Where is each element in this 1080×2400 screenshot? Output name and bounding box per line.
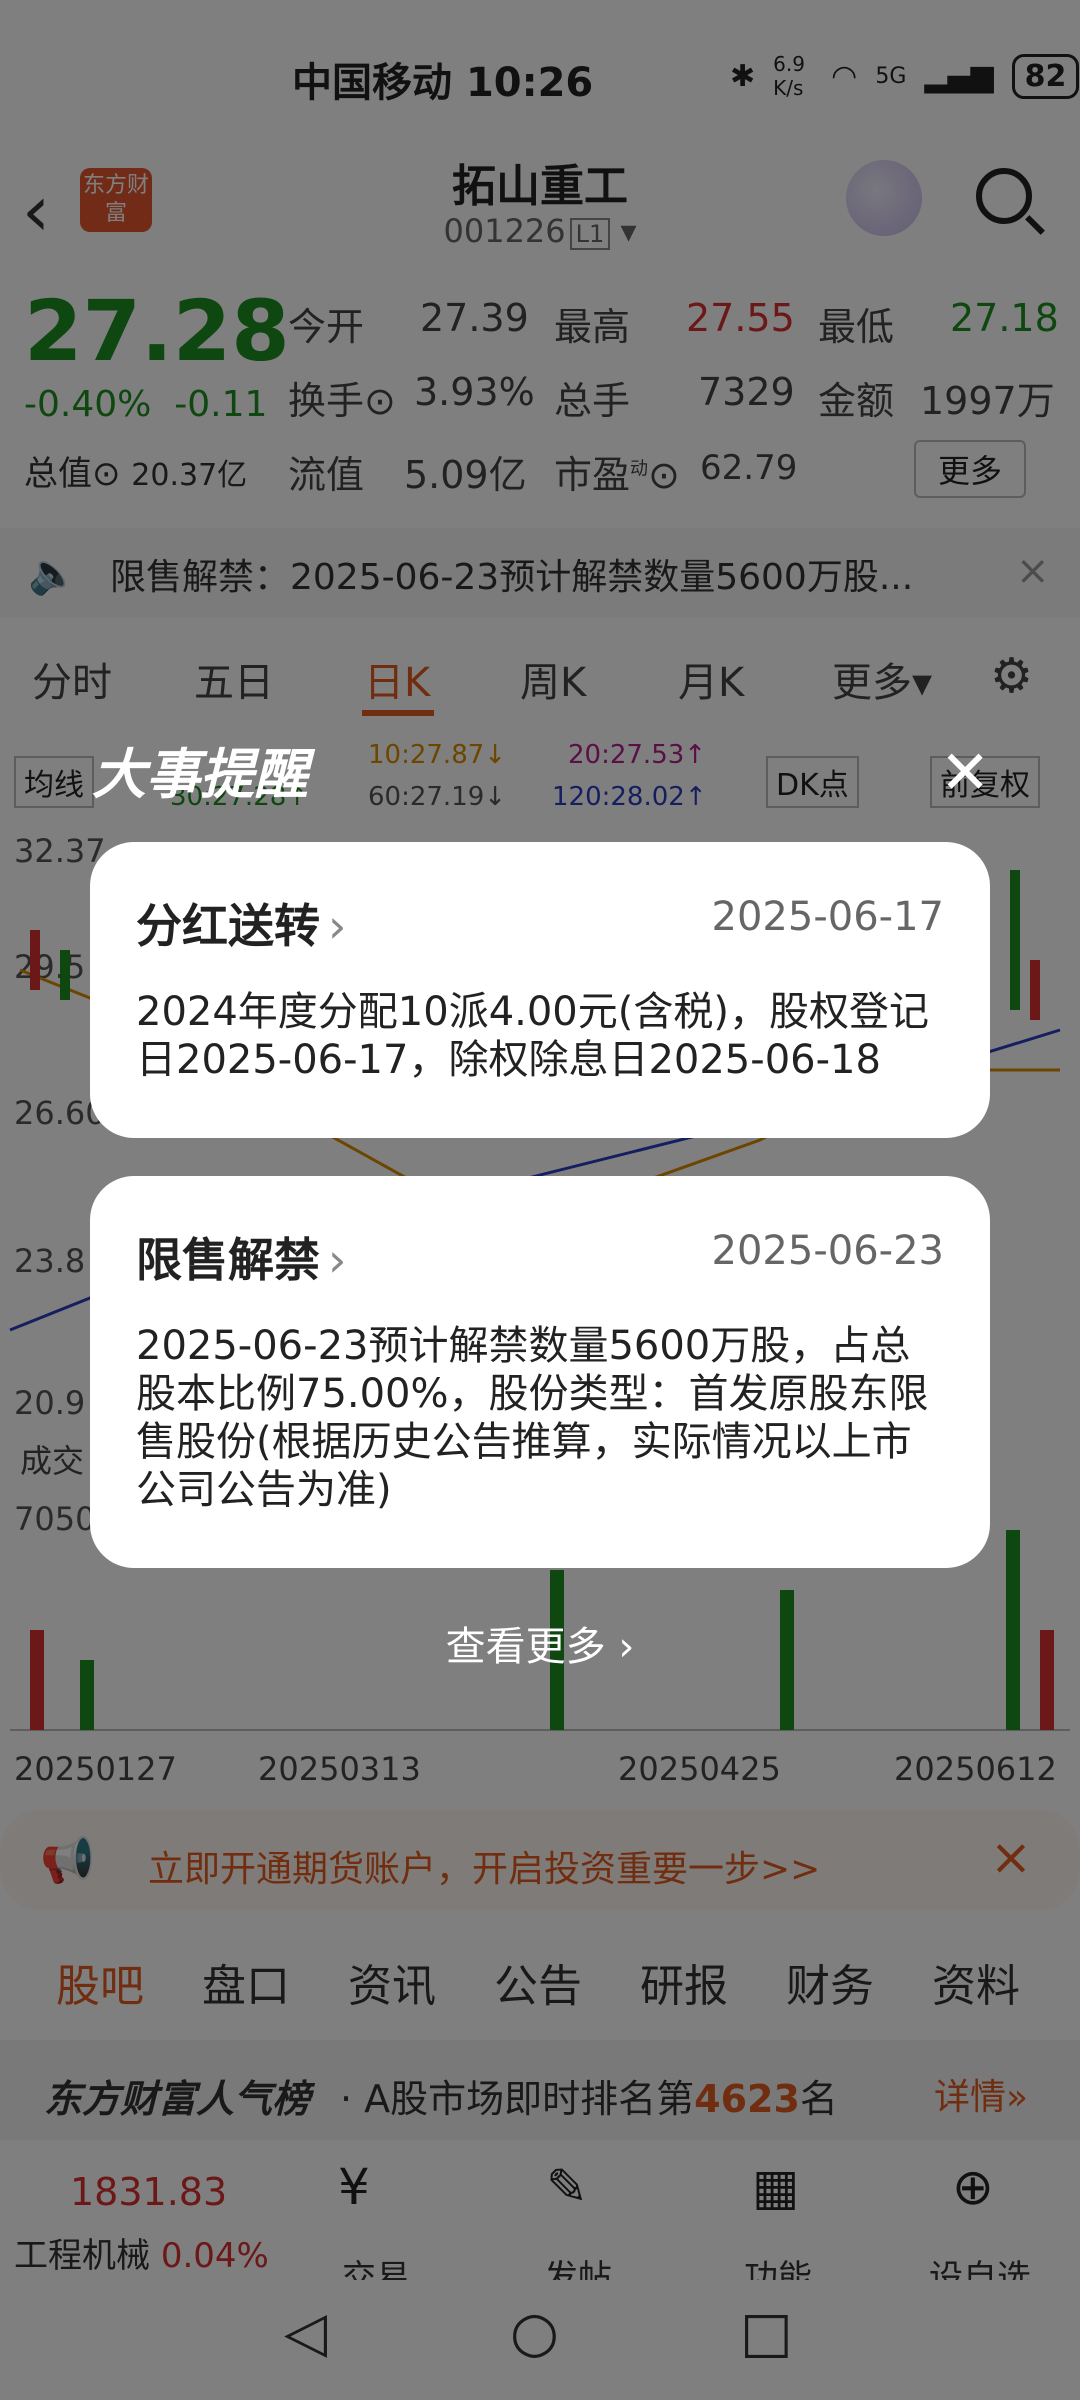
chevron-right-icon: › — [328, 899, 347, 953]
card-date: 2025-06-17 — [711, 894, 944, 940]
card-body: 2025-06-23预计解禁数量5600万股，占总股本比例75.00%，股份类型… — [136, 1323, 929, 1513]
chevron-right-icon: › — [328, 1233, 347, 1287]
card-date: 2025-06-23 — [711, 1228, 944, 1274]
popup-title: 大事提醒 — [92, 743, 308, 806]
card-title: 分红送转 › — [136, 899, 347, 953]
event-card-unlock[interactable]: 限售解禁 › 2025-06-23 2025-06-23预计解禁数量5600万股，… — [90, 1176, 990, 1568]
card-title: 限售解禁 › — [136, 1233, 347, 1287]
popup-close-icon[interactable]: ✕ — [940, 738, 990, 808]
card-body: 2024年度分配10派4.00元(含税)，股权登记日2025-06-17，除权除… — [136, 989, 929, 1083]
event-card-dividend[interactable]: 分红送转 › 2025-06-17 2024年度分配10派4.00元(含税)，股权… — [90, 842, 990, 1138]
view-more-link[interactable]: 查看更多 › — [0, 1614, 1080, 1672]
